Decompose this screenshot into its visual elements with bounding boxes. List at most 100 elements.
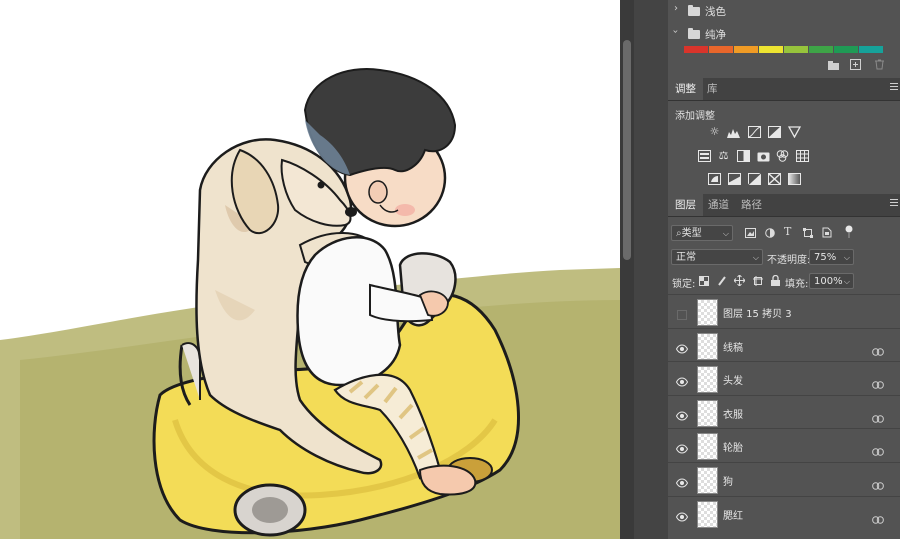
- lock-position-icon[interactable]: [734, 275, 745, 286]
- artwork-illustration: [0, 68, 620, 539]
- layer-name[interactable]: 轮胎: [723, 439, 743, 454]
- eye-icon[interactable]: [675, 508, 689, 522]
- trash-icon[interactable]: [874, 59, 885, 70]
- gradient-map-icon[interactable]: [788, 173, 801, 185]
- eye-icon[interactable]: [675, 407, 689, 421]
- filter-toggle-icon[interactable]: [845, 225, 853, 238]
- layer-row[interactable]: 狗: [668, 462, 900, 496]
- new-swatch-icon[interactable]: [850, 59, 861, 70]
- adjustment-filter-icon[interactable]: [765, 228, 775, 238]
- layer-name[interactable]: 头发: [723, 372, 743, 387]
- layer-thumbnail: [697, 332, 718, 360]
- link-icon[interactable]: [872, 408, 884, 423]
- layer-name[interactable]: 腮红: [723, 507, 743, 522]
- posterize-icon[interactable]: [728, 173, 741, 185]
- brightness-icon[interactable]: ☼: [708, 126, 721, 138]
- layer-row[interactable]: 线稿: [668, 327, 900, 362]
- link-icon[interactable]: [872, 509, 884, 524]
- swatch-green[interactable]: [809, 46, 833, 53]
- swatch-folder-pure[interactable]: › 纯净: [668, 23, 896, 45]
- layers-panel: 图层 通道 路径 ⌕类型 ⌵ T 正常 ⌵ 不透明度: 75% ⌵ 锁定: 填充: 1…: [668, 194, 900, 539]
- black-white-icon[interactable]: [737, 150, 750, 162]
- layer-thumbnail: [697, 467, 718, 494]
- layer-thumbnail: [697, 299, 718, 326]
- swatch-folder-light[interactable]: › 浅色: [668, 0, 896, 22]
- fill-field[interactable]: 100% ⌵: [809, 273, 854, 289]
- layer-row[interactable]: 头发: [668, 361, 900, 395]
- layer-list: 图层 15 拷贝 3 线稿头发衣服轮胎狗腮红: [668, 294, 900, 539]
- swatch-yellow[interactable]: [759, 46, 783, 53]
- lock-paint-icon[interactable]: [717, 276, 727, 286]
- eye-icon[interactable]: [675, 474, 689, 488]
- invert-icon[interactable]: [708, 173, 721, 185]
- color-balance-icon[interactable]: ⚖: [717, 150, 730, 162]
- photo-filter-icon[interactable]: [757, 150, 770, 162]
- layer-thumbnail: [697, 500, 718, 528]
- swatch-red[interactable]: [684, 46, 708, 53]
- panel-menu-icon[interactable]: [890, 199, 898, 208]
- link-icon[interactable]: [872, 475, 884, 490]
- color-lookup-icon[interactable]: [796, 150, 809, 162]
- channel-mixer-icon[interactable]: [776, 150, 789, 162]
- swatch-orange[interactable]: [734, 46, 758, 53]
- chevron-down-icon[interactable]: ›: [670, 30, 681, 34]
- layer-name[interactable]: 衣服: [723, 406, 743, 421]
- add-adjustment-heading: 添加调整: [675, 111, 715, 122]
- document-canvas[interactable]: [0, 0, 620, 539]
- swatch-yellow-green[interactable]: [784, 46, 808, 53]
- layer-thumbnail: [697, 366, 718, 394]
- layer-row[interactable]: 腮红: [668, 495, 900, 530]
- tab-layers[interactable]: 图层: [668, 194, 703, 216]
- chevron-down-icon: ⌵: [722, 229, 729, 238]
- smart-object-filter-icon[interactable]: [822, 227, 832, 238]
- tab-adjustments[interactable]: 调整: [668, 78, 703, 100]
- layer-name[interactable]: 图层 15 拷贝 3: [723, 305, 792, 320]
- lock-all-icon[interactable]: [771, 275, 780, 286]
- scrollbar-thumb[interactable]: [623, 40, 631, 260]
- layer-name[interactable]: 狗: [723, 473, 733, 488]
- chevron-right-icon[interactable]: ›: [674, 3, 678, 14]
- eye-icon[interactable]: [675, 440, 689, 454]
- tab-libraries[interactable]: 库: [700, 78, 725, 100]
- tab-channels[interactable]: 通道: [701, 194, 736, 216]
- vibrance-icon[interactable]: [788, 126, 801, 138]
- link-icon[interactable]: [872, 341, 884, 356]
- eye-icon[interactable]: [675, 373, 689, 387]
- layers-tabbar: 图层 通道 路径: [668, 194, 900, 217]
- layer-thumbnail: [697, 399, 718, 427]
- layer-filter-select[interactable]: ⌕类型 ⌵: [671, 225, 733, 241]
- chevron-down-icon: ⌵: [752, 253, 759, 262]
- swatch-dark-green[interactable]: [834, 46, 858, 53]
- visibility-off-box[interactable]: [676, 306, 688, 320]
- layer-name[interactable]: 线稿: [723, 339, 743, 354]
- opacity-label: 不透明度:: [767, 255, 811, 266]
- selective-color-icon[interactable]: [768, 173, 781, 185]
- canvas-vertical-scrollbar[interactable]: [620, 0, 634, 539]
- swatch-teal[interactable]: [859, 46, 883, 53]
- layer-row[interactable]: 轮胎: [668, 428, 900, 462]
- tab-paths[interactable]: 路径: [734, 194, 769, 216]
- panel-menu-icon[interactable]: [890, 83, 898, 92]
- eye-icon[interactable]: [675, 340, 689, 354]
- exposure-icon[interactable]: [768, 126, 781, 138]
- chevron-down-icon[interactable]: ⌵: [844, 250, 850, 266]
- threshold-icon[interactable]: [748, 173, 761, 185]
- lock-transparent-icon[interactable]: [699, 276, 709, 286]
- curves-icon[interactable]: [748, 126, 761, 138]
- new-group-icon[interactable]: [828, 60, 839, 71]
- levels-icon[interactable]: [727, 126, 740, 138]
- link-icon[interactable]: [872, 441, 884, 457]
- hue-saturation-icon[interactable]: [698, 150, 711, 162]
- link-icon[interactable]: [872, 374, 884, 389]
- chevron-down-icon[interactable]: ⌵: [844, 274, 850, 290]
- folder-icon: [688, 28, 700, 39]
- shape-filter-icon[interactable]: [803, 228, 813, 238]
- blend-mode-select[interactable]: 正常 ⌵: [671, 249, 763, 265]
- lock-artboard-icon[interactable]: [753, 276, 763, 286]
- opacity-field[interactable]: 75% ⌵: [809, 249, 854, 265]
- swatch-orange-red[interactable]: [709, 46, 733, 53]
- layer-row[interactable]: 图层 15 拷贝 3: [668, 294, 900, 328]
- pixel-filter-icon[interactable]: [745, 228, 756, 238]
- type-filter-icon[interactable]: T: [784, 225, 791, 238]
- layer-row[interactable]: 衣服: [668, 394, 900, 429]
